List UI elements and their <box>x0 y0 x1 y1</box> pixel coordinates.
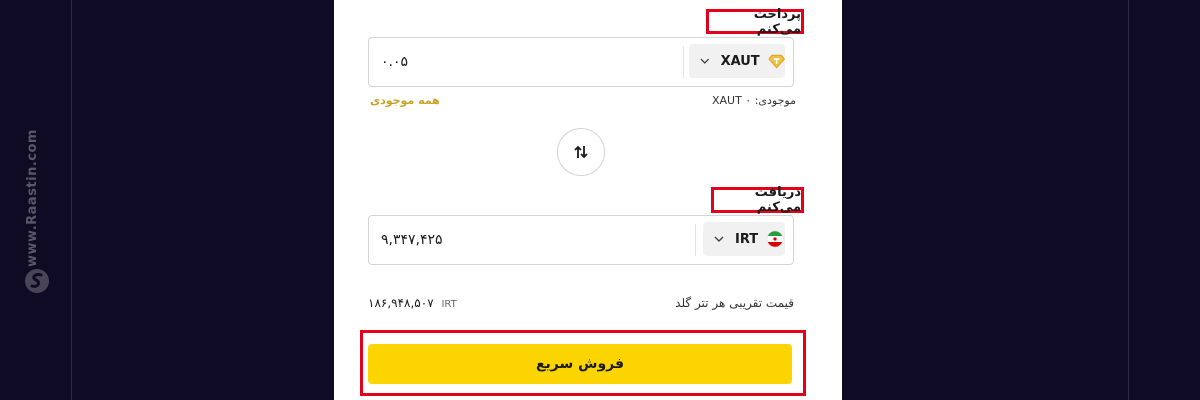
receive-label: دریافت می‌کنم <box>711 185 804 215</box>
quick-sell-button[interactable]: فروش سریع <box>368 344 792 384</box>
receive-amount-input[interactable]: ۹,۳۴۷,۴۲۵ <box>381 216 443 264</box>
all-balance-link[interactable]: همه موجودی <box>370 94 440 107</box>
balance-label: موجودی: <box>754 94 796 107</box>
balance-info: موجودی: XAUT ۰ <box>712 94 796 107</box>
swap-arrows-icon <box>574 145 588 159</box>
price-unit: IRT <box>441 299 457 310</box>
chevron-down-icon <box>714 236 724 242</box>
right-frame-line <box>1128 0 1129 400</box>
watermark: www.Raastin.com <box>22 128 52 298</box>
pay-field[interactable]: ۰.۰۵ XAUT <box>368 37 794 87</box>
pay-amount-input[interactable]: ۰.۰۵ <box>381 38 408 86</box>
watermark-text: www.Raastin.com <box>25 129 40 267</box>
balance-value: XAUT ۰ <box>711 94 752 107</box>
gold-diamond-icon <box>768 54 785 69</box>
raastin-logo-icon <box>25 269 49 293</box>
swap-button[interactable] <box>557 128 605 176</box>
receive-field[interactable]: ۹,۳۴۷,۴۲۵ IRT <box>368 215 794 265</box>
price-info: ۱۸۶,۹۴۸,۵۰۷ IRT <box>368 296 457 310</box>
receive-currency-selector[interactable]: IRT <box>703 222 785 256</box>
chevron-down-icon <box>700 58 710 64</box>
left-frame-line <box>71 0 72 400</box>
pay-label: پرداخت می‌کنم <box>706 7 804 37</box>
swap-card: پرداخت می‌کنم ۰.۰۵ XAUT موجودی: XAUT ۰ ه… <box>334 0 842 400</box>
receive-currency-code: IRT <box>735 231 759 247</box>
pay-currency-code: XAUT <box>720 53 760 69</box>
price-value: ۱۸۶,۹۴۸,۵۰۷ <box>368 296 434 310</box>
price-label: قیمت تقریبی هر تتر گلد <box>675 296 794 310</box>
pay-currency-selector[interactable]: XAUT <box>689 44 785 78</box>
iran-flag-icon <box>766 230 784 248</box>
